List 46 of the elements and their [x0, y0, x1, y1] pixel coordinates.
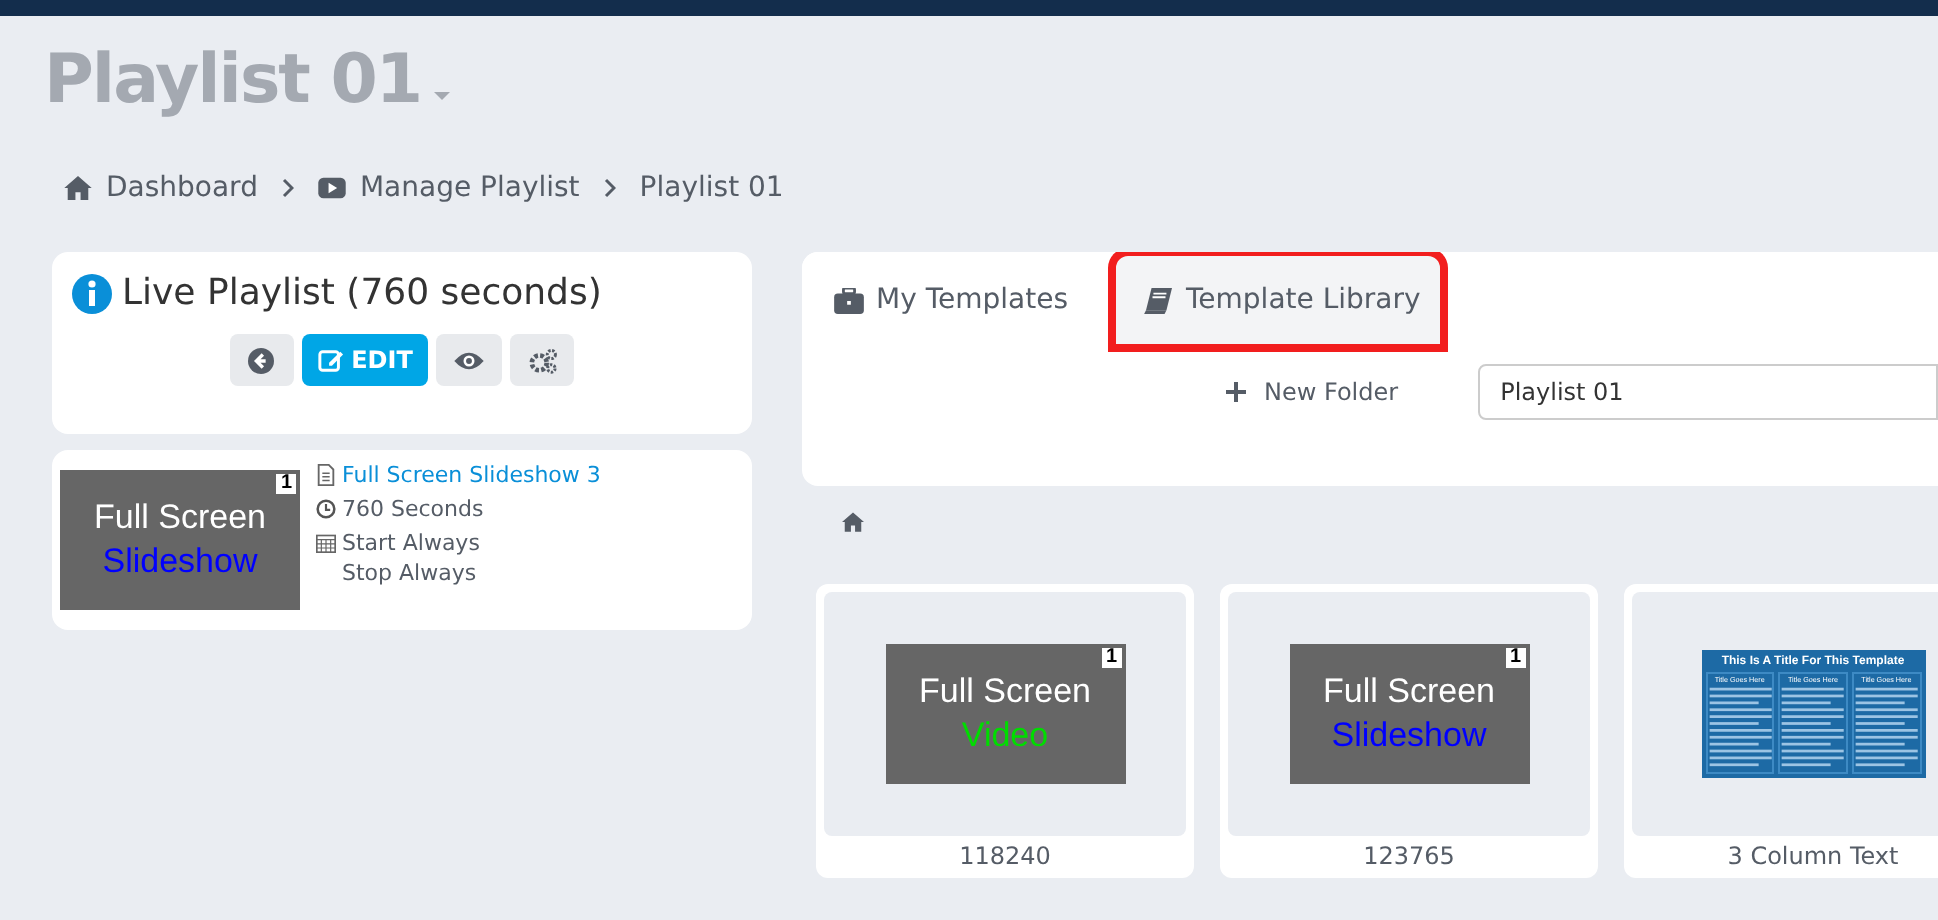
chevron-icon — [603, 178, 616, 198]
breadcrumb-link[interactable]: Manage Playlist — [359, 172, 580, 204]
template-card[interactable]: 1 Full Screen Slideshow 123765 — [1220, 584, 1598, 878]
thumbnail-title: Full Screen — [94, 496, 266, 540]
thumbnail-subtitle: Video — [961, 714, 1049, 758]
preview-button[interactable] — [436, 334, 503, 386]
text-lines-drawing — [1780, 686, 1846, 772]
video-icon — [317, 176, 346, 200]
item-stop: Stop Always — [342, 560, 479, 586]
playlist-title: Live Playlist (760 seconds) — [122, 272, 602, 314]
item-start: Start Always — [342, 530, 480, 556]
file-icon — [316, 464, 336, 486]
plus-icon — [1226, 382, 1246, 402]
home-icon — [64, 176, 92, 200]
thumbnail-title: Full Screen — [919, 670, 1091, 714]
calendar-icon — [316, 532, 336, 554]
template-name: 118240 — [959, 842, 1051, 870]
thumbnail-badge: 1 — [1101, 648, 1121, 668]
template-card[interactable]: 1 Full Screen Video 118240 — [816, 584, 1194, 878]
book-icon — [1144, 287, 1174, 313]
template-name: 123765 — [1363, 842, 1455, 870]
tab[interactable]: Template Library — [1112, 252, 1445, 348]
clock-icon — [316, 498, 336, 520]
home-icon[interactable] — [842, 512, 864, 532]
new-folder-button[interactable]: New Folder — [1214, 376, 1411, 408]
eye-icon — [452, 349, 487, 371]
folder-field[interactable]: Playlist 01 — [1478, 364, 1938, 420]
thumbnail-badge: 1 — [1505, 648, 1525, 668]
back-button[interactable] — [229, 334, 294, 386]
text-lines-drawing — [1853, 686, 1920, 772]
item-duration: 760 Seconds — [342, 496, 484, 522]
thumbnail-title: Full Screen — [1323, 670, 1495, 714]
page-title: Playlist 01 — [44, 40, 422, 120]
item-link[interactable]: Full Screen Slideshow 3 — [342, 462, 601, 488]
edit-icon — [317, 347, 344, 373]
thumbnail-badge: 1 — [276, 474, 296, 494]
chevron-icon — [281, 178, 294, 198]
briefcase-icon — [834, 287, 864, 313]
gears-icon — [527, 347, 558, 373]
thumbnail-subtitle: Slideshow — [102, 540, 258, 584]
thumbnail-subtitle: Slideshow — [1331, 714, 1487, 758]
settings-button[interactable] — [510, 334, 575, 386]
template-name: 3 Column Text — [1727, 842, 1899, 870]
breadcrumb-link[interactable]: Dashboard — [106, 172, 258, 204]
info-icon — [72, 273, 112, 313]
text-lines-drawing — [1707, 686, 1773, 772]
